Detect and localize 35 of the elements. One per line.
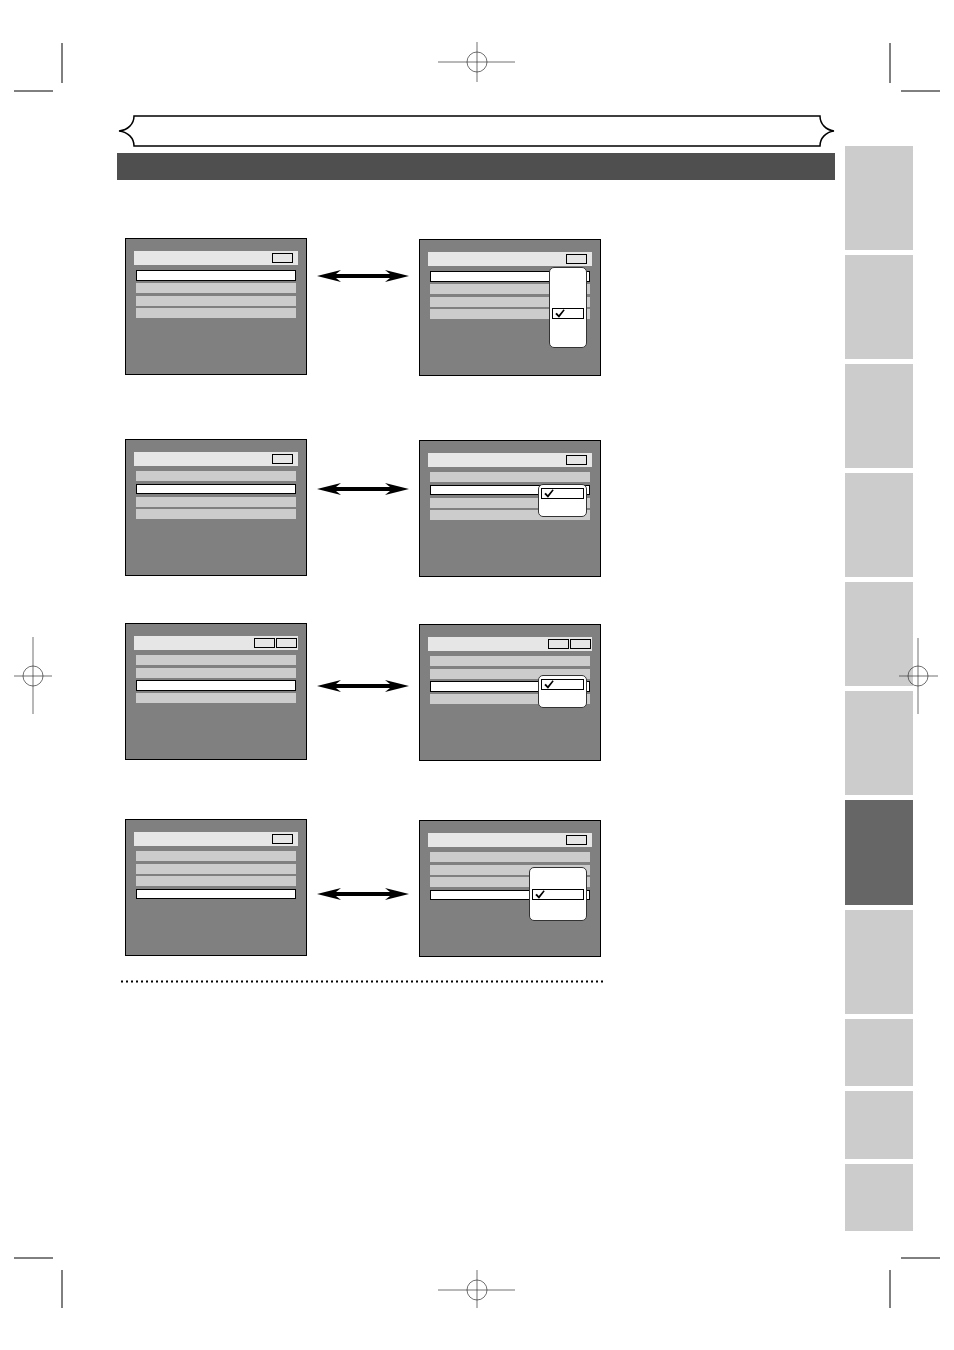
section-tab[interactable] [845,473,913,577]
crop-mark [61,42,63,84]
crop-mark [13,90,54,92]
section-tab[interactable] [845,146,913,250]
registration-target-icon [13,636,53,715]
crop-mark [889,42,891,84]
popup-option[interactable] [541,679,584,691]
registration-target-icon [437,41,516,83]
section-tab[interactable] [845,910,913,1014]
section-tab[interactable] [845,582,913,686]
menu-row[interactable] [430,668,590,679]
registration-target-icon [437,1269,516,1309]
menu-row[interactable] [136,270,296,281]
check-icon [555,309,565,319]
popup-option[interactable] [541,488,584,500]
section-tab[interactable] [845,255,913,359]
crop-mark [13,1257,54,1259]
crop-mark [900,90,941,92]
menu-row[interactable] [136,483,296,494]
section-tab[interactable] [845,364,913,468]
popup-option[interactable] [532,888,584,900]
section-tab[interactable] [845,1091,913,1159]
section-tab[interactable] [845,691,913,795]
section-tab[interactable] [845,1019,913,1086]
menu-row[interactable] [136,888,296,899]
registration-target-icon [898,637,939,715]
menu-row[interactable] [136,680,296,691]
crop-mark [900,1257,941,1259]
section-tab[interactable] [845,800,913,905]
crop-mark [889,1269,891,1309]
popup-option[interactable] [552,308,584,320]
check-icon [544,489,554,499]
section-tab[interactable] [845,1164,913,1231]
crop-mark [61,1269,63,1309]
check-icon [535,889,545,899]
